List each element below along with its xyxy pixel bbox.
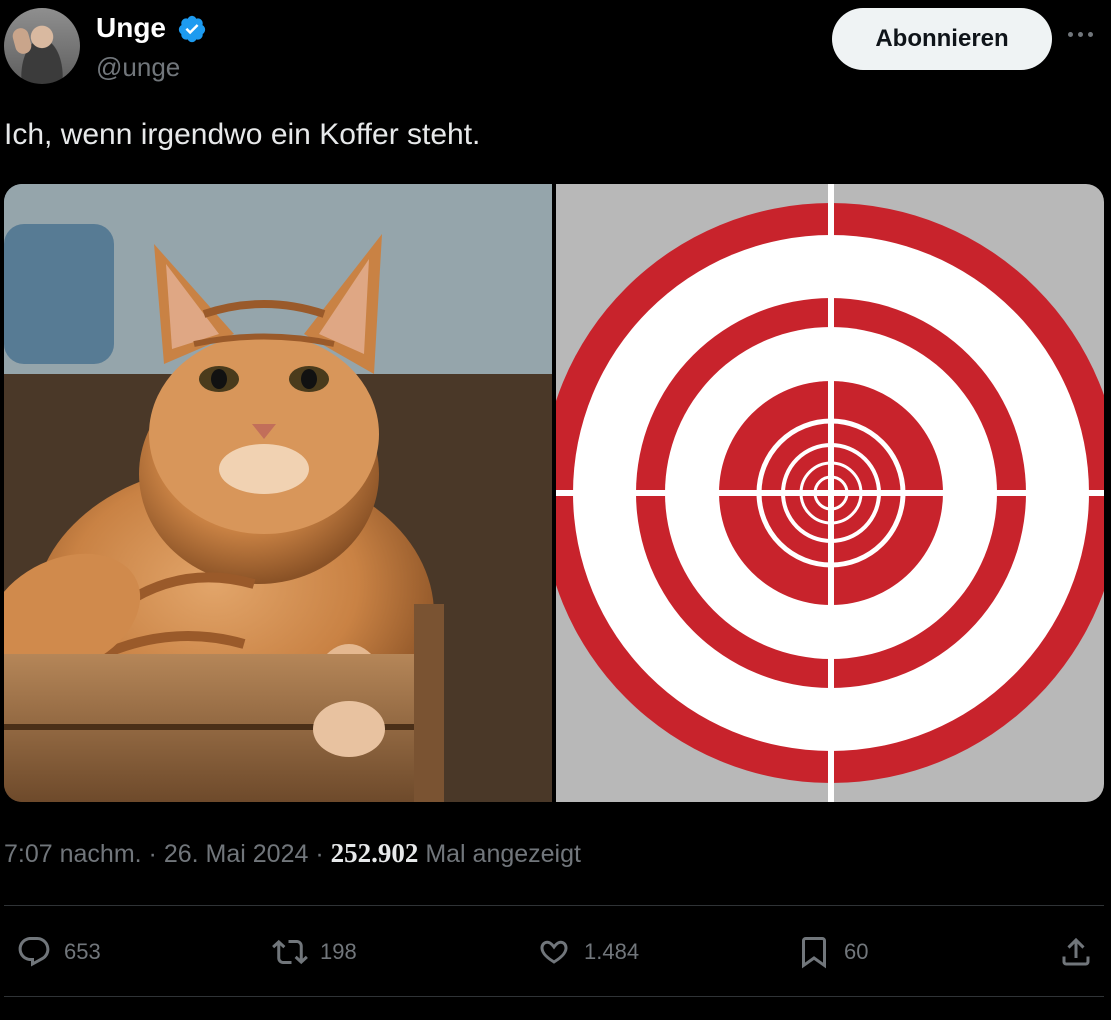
author-handle[interactable]: @unge (96, 52, 180, 83)
reply-icon (18, 937, 50, 967)
author-avatar[interactable] (4, 8, 80, 84)
tweet-date[interactable]: 26. Mai 2024 (164, 840, 309, 868)
divider (4, 996, 1104, 997)
like-button[interactable]: 1.484 (536, 930, 639, 974)
target-image[interactable] (556, 184, 1104, 802)
divider (4, 905, 1104, 906)
cat-image[interactable] (4, 184, 552, 802)
follow-button[interactable]: Abonnieren (832, 8, 1052, 70)
tweet-media[interactable] (4, 184, 1104, 802)
repost-icon (272, 939, 308, 965)
bookmark-count: 60 (844, 939, 869, 964)
author-name[interactable]: Unge (96, 12, 166, 44)
tweet-text: Ich, wenn irgendwo ein Koffer steht. (4, 118, 481, 151)
view-count-label: Mal angezeigt (425, 840, 581, 868)
like-icon (540, 940, 568, 964)
tweet-metadata: 7:07 nachm. · 26. Mai 2024 · 252.902 Mal… (4, 838, 581, 869)
bookmark-icon (802, 937, 826, 969)
share-button[interactable] (1058, 930, 1094, 974)
reply-button[interactable]: 653 (16, 930, 101, 974)
share-icon (1062, 937, 1090, 966)
tweet-time[interactable]: 7:07 nachm. (4, 840, 142, 868)
meta-separator: · (148, 840, 157, 868)
meta-separator: · (315, 840, 324, 868)
view-count: 252.902 (330, 838, 419, 868)
verified-badge-icon (178, 15, 206, 43)
bookmark-button[interactable]: 60 (796, 930, 868, 974)
repost-button[interactable]: 198 (272, 930, 357, 974)
repost-count: 198 (320, 939, 357, 964)
reply-count: 653 (64, 939, 101, 964)
more-icon[interactable] (1068, 24, 1102, 44)
like-count: 1.484 (584, 939, 640, 964)
